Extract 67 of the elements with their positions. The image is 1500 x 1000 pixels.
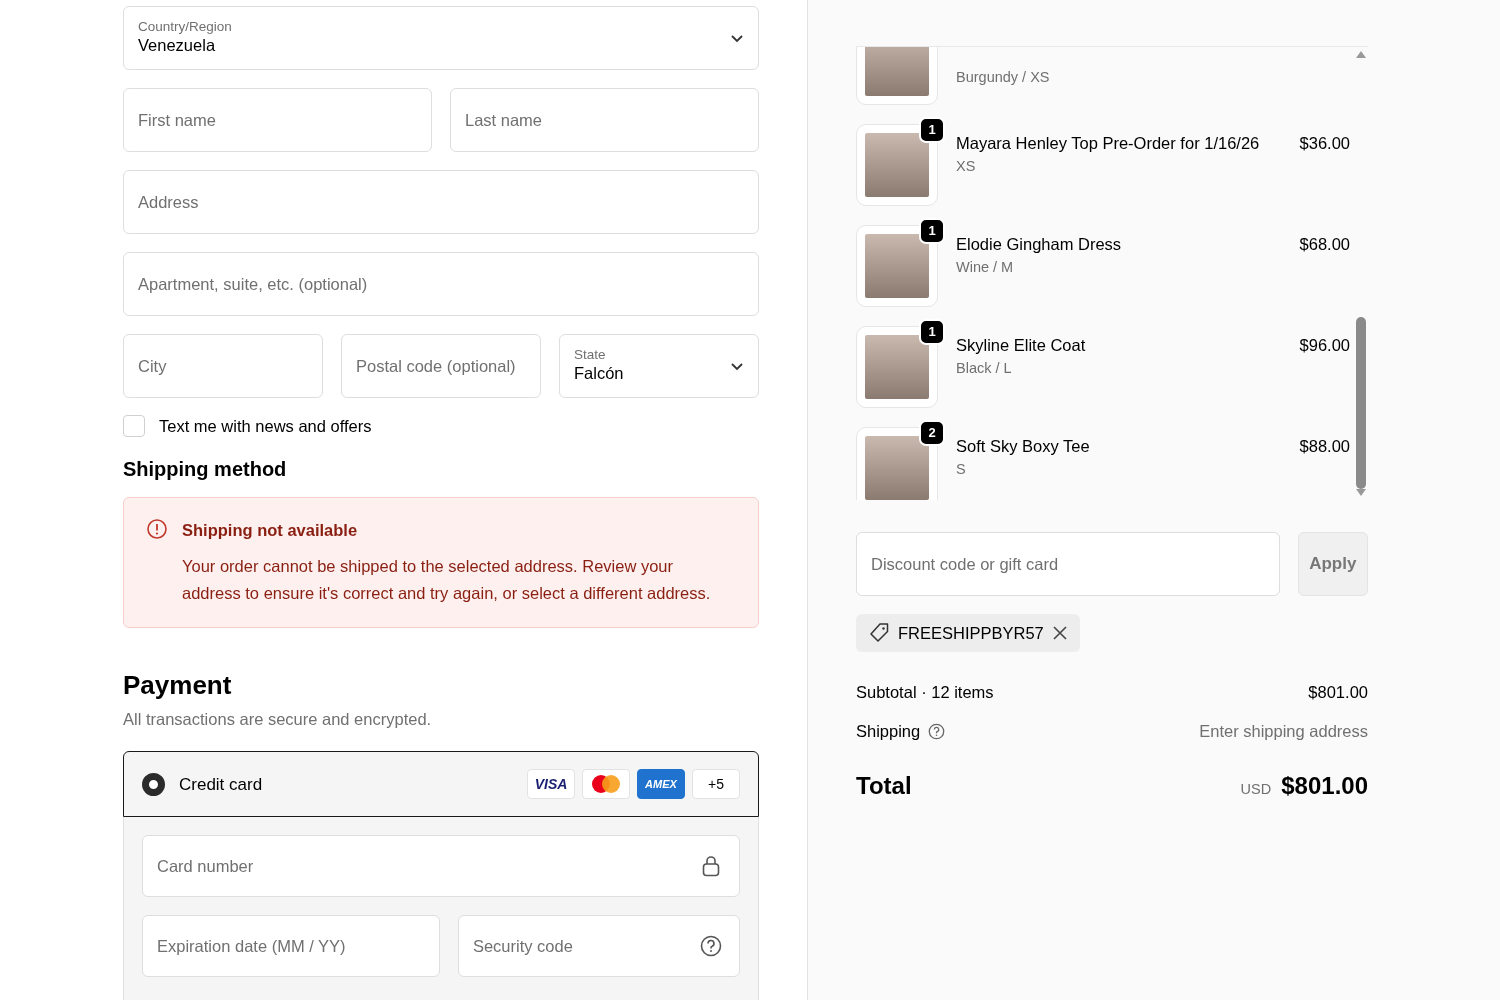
product-price: $96.00 (1299, 335, 1350, 356)
product-variant: Wine / M (956, 258, 1015, 277)
quantity-badge: 1 (919, 319, 945, 345)
product-name: Skyline Elite Coat (956, 335, 1087, 356)
input-field[interactable]: Card number (142, 835, 740, 898)
section-subtitle: All transactions are secure and encrypted. (123, 708, 433, 730)
visa-logo: VISA (527, 769, 575, 800)
input-field[interactable]: Apartment, suite, etc. (optional) (123, 252, 759, 316)
quantity-badge: 2 (919, 420, 945, 446)
product-name: Mayara Henley Top Pre-Order for 1/16/26 (956, 133, 1261, 154)
product-price: $68.00 (1299, 234, 1350, 255)
help-icon (928, 722, 946, 740)
help-icon (700, 935, 722, 958)
input-field[interactable]: Last name (450, 88, 759, 152)
currency-code: USD (1240, 779, 1272, 799)
subtotal-value: $801.00 (1308, 682, 1368, 703)
remove-button[interactable] (1051, 625, 1068, 641)
section-heading: Payment (123, 669, 233, 701)
checkbox-label: Text me with news and offers (159, 416, 372, 437)
alert-message: Your order cannot be shipped to the selected address. Review your address to ensure it's correct and try again, or select a different address. (182, 555, 712, 604)
chevron-down-icon (730, 361, 744, 371)
shipping-value: Enter shipping address (1199, 720, 1368, 742)
input-field[interactable]: Postal code (optional) (341, 334, 541, 398)
photo-placeholder (865, 47, 929, 96)
product-variant: XS (956, 157, 977, 176)
total-label: Total (856, 770, 912, 801)
country-select[interactable]: Country/Region Venezuela (123, 6, 759, 70)
input-field[interactable]: Address (123, 170, 759, 234)
radio-button[interactable] (142, 772, 165, 796)
input-field[interactable]: First name (123, 88, 432, 152)
product-variant: Black / L (956, 359, 1013, 378)
quantity-badge: 1 (919, 117, 945, 143)
photo-placeholder (865, 335, 929, 399)
product-name: Elodie Gingham Dress (956, 234, 1123, 255)
product-name: Soft Sky Boxy Tee (956, 436, 1091, 457)
product-variant: Burgundy / XS (956, 68, 1051, 87)
checkbox[interactable] (123, 415, 145, 438)
more-brands-count: +5 (692, 769, 740, 800)
discount-field[interactable]: Discount code or gift card (856, 532, 1280, 596)
amex-logo: AMEX (637, 769, 685, 800)
photo-placeholder (865, 133, 929, 197)
quantity-badge: 1 (919, 218, 945, 244)
alert-icon (146, 517, 168, 540)
scroll-up-icon[interactable] (1356, 51, 1366, 58)
subtotal-label: Subtotal · 12 items (856, 682, 994, 703)
total-value: $801.00 (1281, 770, 1368, 801)
product-variant: S (956, 460, 967, 479)
product-price: $36.00 (1299, 133, 1350, 154)
payment-method-label: Credit card (179, 773, 263, 796)
state-select[interactable]: State Falcón (559, 334, 759, 398)
payment-method-option[interactable]: Credit card VISA AMEX +5 (123, 751, 759, 818)
product-price: $88.00 (1299, 436, 1350, 457)
mastercard-logo (582, 769, 630, 800)
lock-icon (702, 855, 720, 878)
discount-code: FREESHIPPBYR57 (898, 622, 1044, 644)
input-field[interactable]: Expiration date (MM / YY) (142, 915, 440, 978)
chevron-down-icon (730, 33, 744, 43)
input-field[interactable]: City (123, 334, 323, 398)
section-heading: Shipping method (123, 456, 288, 481)
tag-icon (868, 622, 890, 644)
close-icon (1051, 625, 1068, 641)
apply-button[interactable]: Apply (1297, 532, 1368, 596)
photo-placeholder (865, 234, 929, 298)
alert-title: Shipping not available (182, 519, 359, 541)
input-field[interactable]: Security code (457, 915, 740, 978)
photo-placeholder (865, 436, 929, 500)
shipping-label: Shipping (856, 720, 921, 742)
